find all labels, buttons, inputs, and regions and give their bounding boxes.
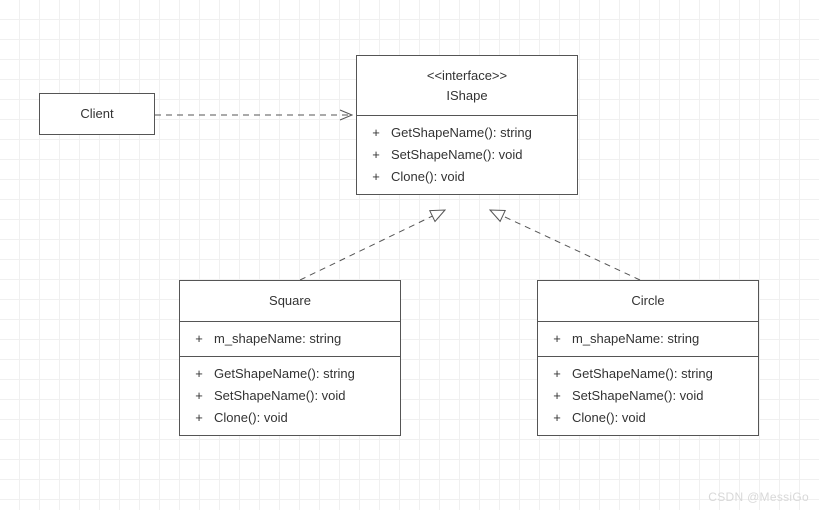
operations: + GetShapeName(): string + SetShapeName(…	[538, 356, 758, 435]
signature: GetShapeName(): string	[566, 363, 748, 385]
watermark: CSDN @MessiGo	[708, 490, 809, 504]
signature: Clone(): void	[208, 407, 390, 429]
signature: GetShapeName(): string	[208, 363, 390, 385]
class-client: Client	[39, 93, 155, 135]
visibility: +	[548, 407, 566, 429]
signature: Clone(): void	[385, 166, 567, 188]
signature: SetShapeName(): void	[208, 385, 390, 407]
operation: + SetShapeName(): void	[190, 385, 390, 407]
attributes: + m_shapeName: string	[538, 321, 758, 356]
visibility: +	[190, 363, 208, 385]
operation: + GetShapeName(): string	[367, 122, 567, 144]
signature: m_shapeName: string	[208, 328, 390, 350]
signature: SetShapeName(): void	[566, 385, 748, 407]
realization-circle-ishape	[490, 210, 640, 280]
class-title: Square	[180, 281, 400, 321]
class-circle: Circle + m_shapeName: string + GetShapeN…	[537, 280, 759, 436]
operation: + GetShapeName(): string	[548, 363, 748, 385]
operation: + GetShapeName(): string	[190, 363, 390, 385]
class-name: IShape	[365, 86, 569, 106]
interface-ishape: <<interface>> IShape + GetShapeName(): s…	[356, 55, 578, 195]
signature: GetShapeName(): string	[385, 122, 567, 144]
operations: + GetShapeName(): string + SetShapeName(…	[357, 115, 577, 194]
visibility: +	[190, 385, 208, 407]
attribute: + m_shapeName: string	[190, 328, 390, 350]
operation: + Clone(): void	[190, 407, 390, 429]
stereotype: <<interface>>	[365, 66, 569, 86]
signature: Clone(): void	[566, 407, 748, 429]
operations: + GetShapeName(): string + SetShapeName(…	[180, 356, 400, 435]
realization-square-ishape	[300, 210, 445, 280]
operation: + SetShapeName(): void	[548, 385, 748, 407]
visibility: +	[367, 122, 385, 144]
uml-canvas: Client <<interface>> IShape + GetShapeNa…	[0, 0, 819, 510]
attributes: + m_shapeName: string	[180, 321, 400, 356]
visibility: +	[548, 328, 566, 350]
class-title: Client	[40, 94, 154, 134]
signature: SetShapeName(): void	[385, 144, 567, 166]
class-title: <<interface>> IShape	[357, 56, 577, 115]
class-title: Circle	[538, 281, 758, 321]
operation: + SetShapeName(): void	[367, 144, 567, 166]
visibility: +	[367, 144, 385, 166]
visibility: +	[548, 385, 566, 407]
operation: + Clone(): void	[367, 166, 567, 188]
visibility: +	[367, 166, 385, 188]
signature: m_shapeName: string	[566, 328, 748, 350]
attribute: + m_shapeName: string	[548, 328, 748, 350]
class-square: Square + m_shapeName: string + GetShapeN…	[179, 280, 401, 436]
visibility: +	[190, 328, 208, 350]
visibility: +	[190, 407, 208, 429]
operation: + Clone(): void	[548, 407, 748, 429]
visibility: +	[548, 363, 566, 385]
